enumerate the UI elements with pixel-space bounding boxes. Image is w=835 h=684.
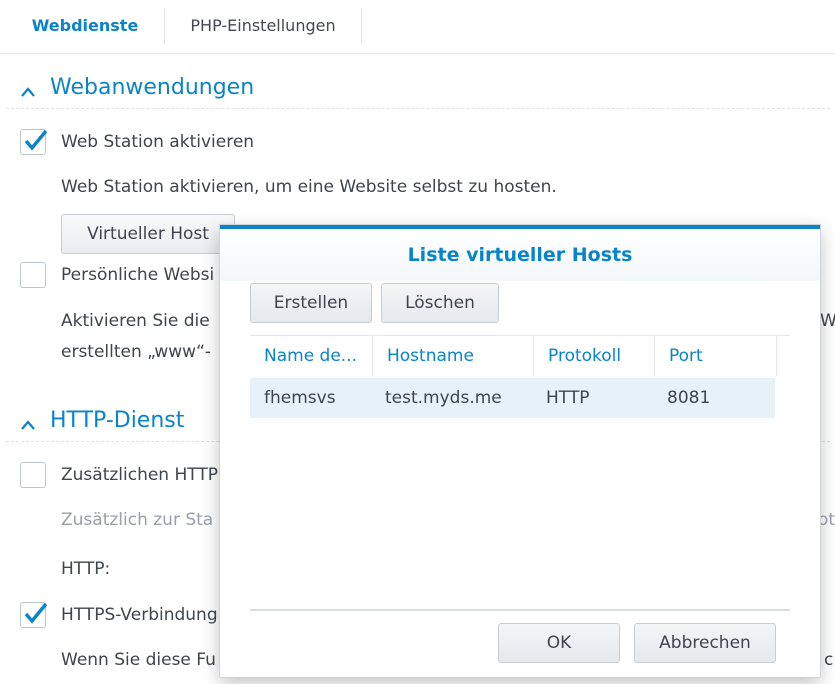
chevron-up-icon (20, 78, 36, 97)
checkmark-icon (24, 602, 48, 624)
section-http-dienst-header[interactable]: HTTP-Dienst (20, 405, 184, 437)
chevron-up-icon (20, 411, 36, 430)
column-header-protocol[interactable]: Protokoll (534, 336, 655, 376)
virtual-hosts-dialog: Liste virtueller Hosts Erstellen Löschen… (220, 225, 820, 677)
section-divider (6, 108, 830, 109)
personal-website-description-tail: W (820, 311, 835, 331)
personal-website-description-line2: erstellten „www“- (61, 342, 212, 362)
cell-protocol: HTTP (546, 388, 590, 408)
ok-button[interactable]: OK (498, 623, 620, 663)
section-title: Webanwendungen (50, 75, 255, 100)
column-header-hostname[interactable]: Hostname (373, 336, 534, 376)
tab-divider (361, 8, 362, 44)
additional-http-checkbox[interactable] (20, 462, 46, 488)
grid-footer-divider (250, 609, 790, 611)
table-row[interactable]: fhemsvs test.myds.me HTTP 8081 (250, 378, 775, 418)
webstation-description: Web Station aktivieren, um eine Website … (61, 177, 557, 197)
https-description: Wenn Sie diese Fu (61, 650, 216, 670)
tab-php-einstellungen[interactable]: PHP-Einstellungen (166, 6, 360, 46)
delete-button[interactable]: Löschen (381, 283, 499, 323)
enable-webstation-checkbox[interactable] (20, 129, 48, 155)
grid-header: Name de... Hostname Protokoll Port (250, 336, 790, 376)
additional-http-label: Zusätzlichen HTTP (61, 465, 218, 485)
personal-website-label: Persönliche Websi (61, 265, 215, 285)
tab-bar: Webdienste PHP-Einstellungen (0, 0, 835, 54)
cell-port: 8081 (667, 388, 711, 408)
tab-webdienste[interactable]: Webdienste (12, 6, 158, 46)
cell-hostname: test.myds.me (385, 388, 502, 408)
http-label: HTTP: (61, 559, 111, 579)
https-description-tail: c (824, 650, 834, 670)
dialog-title[interactable]: Liste virtueller Hosts (220, 229, 820, 281)
create-button[interactable]: Erstellen (250, 283, 372, 323)
https-checkbox[interactable] (20, 602, 48, 628)
personal-website-description: Aktivieren Sie die (61, 311, 210, 331)
cancel-button[interactable]: Abbrechen (634, 623, 776, 663)
enable-webstation-label: Web Station aktivieren (61, 132, 255, 152)
https-label: HTTPS-Verbindung (61, 605, 218, 625)
checkmark-icon (24, 129, 48, 151)
tab-divider (164, 8, 165, 44)
personal-website-checkbox[interactable] (20, 262, 46, 288)
section-title: HTTP-Dienst (50, 408, 185, 433)
cell-name: fhemsvs (264, 388, 336, 408)
virtual-hosts-grid: Name de... Hostname Protokoll Port fhems… (250, 335, 790, 611)
virtual-host-button[interactable]: Virtueller Host (61, 214, 235, 254)
additional-http-description: Zusätzlich zur Sta (61, 510, 214, 530)
column-header-name[interactable]: Name de... (250, 336, 373, 376)
section-webanwendungen-header[interactable]: Webanwendungen (20, 72, 254, 104)
additional-http-description-tail: ot (818, 510, 835, 530)
column-header-port[interactable]: Port (655, 336, 777, 376)
